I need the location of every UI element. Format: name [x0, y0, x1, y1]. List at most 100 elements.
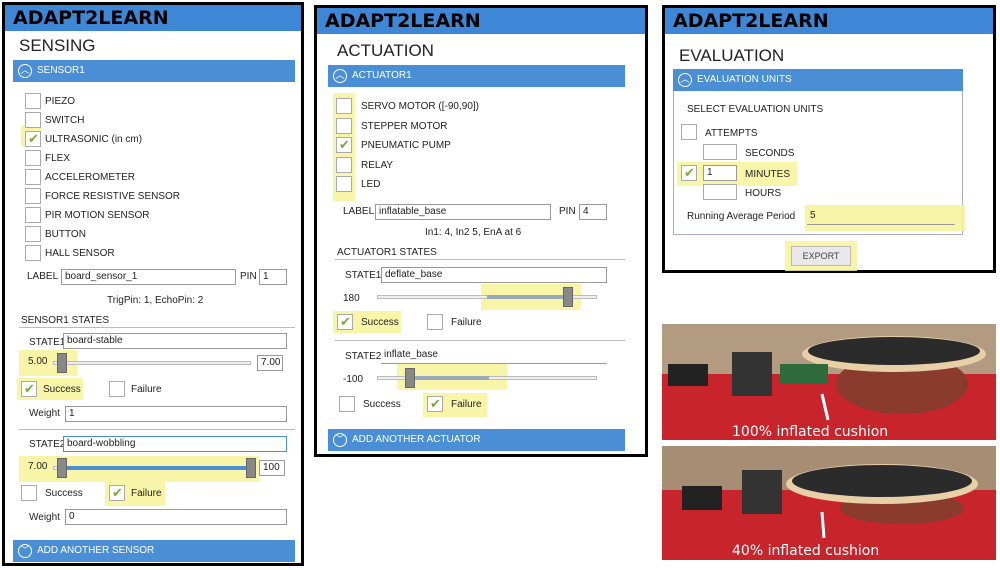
- state1-caption: STATE1: [345, 270, 382, 281]
- failure-checkbox[interactable]: [427, 396, 443, 412]
- failure-checkbox[interactable]: [109, 485, 125, 501]
- divider: [19, 429, 295, 430]
- page-title: ACTUATION: [337, 41, 434, 60]
- add-sensor-button[interactable]: ﹀ ADD ANOTHER SENSOR: [13, 540, 295, 562]
- state1-caption: STATE1: [29, 337, 66, 348]
- seconds-label: SECONDS: [745, 148, 795, 159]
- actuator1-bar[interactable]: ︿ ACTUATOR1: [328, 65, 625, 87]
- chevron-down-icon: ﹀: [18, 544, 32, 558]
- state2-slider-thumb-low[interactable]: [57, 458, 67, 478]
- seconds-checkbox[interactable]: [703, 144, 737, 160]
- success-label: Success: [363, 399, 401, 410]
- page-title: SENSING: [19, 36, 96, 55]
- running-caption: Running Average Period: [687, 211, 796, 222]
- sensor-checkbox[interactable]: [25, 131, 41, 147]
- pin-input[interactable]: 4: [579, 204, 607, 220]
- actuator-checkbox[interactable]: [336, 117, 352, 134]
- actuator-checkbox[interactable]: [336, 176, 352, 192]
- state2-slider-thumb-high[interactable]: [246, 458, 256, 478]
- sensor-label: BUTTON: [45, 229, 86, 240]
- state2-max[interactable]: 100: [259, 460, 285, 476]
- actuator-label: STEPPER MOTOR: [361, 120, 448, 132]
- sensor-checkbox[interactable]: [25, 169, 41, 185]
- state1-slider-thumb[interactable]: [563, 287, 573, 307]
- actuator1-label: ACTUATOR1: [352, 70, 412, 81]
- add-actuator-label: ADD ANOTHER ACTUATOR: [352, 434, 481, 445]
- add-actuator-button[interactable]: ﹀ ADD ANOTHER ACTUATOR: [328, 429, 625, 451]
- caption-top: 100% inflated cushion: [732, 424, 889, 440]
- state2-input[interactable]: inflate_base: [381, 348, 607, 364]
- sensor-checkbox[interactable]: [25, 150, 41, 166]
- failure-checkbox[interactable]: [109, 381, 125, 397]
- hours-label: HOURS: [745, 188, 782, 199]
- weight-caption: Weight: [29, 408, 60, 419]
- actuator-checkbox[interactable]: [336, 98, 352, 114]
- chevron-up-icon: ︿: [678, 73, 692, 87]
- sensor-label: FORCE RESISTIVE SENSOR: [45, 191, 181, 202]
- export-button[interactable]: EXPORT: [791, 246, 851, 266]
- failure-checkbox[interactable]: [427, 314, 443, 330]
- minutes-checkbox[interactable]: [681, 165, 697, 181]
- sensor-checkbox[interactable]: [25, 188, 41, 204]
- sensor-checkbox[interactable]: [25, 245, 41, 261]
- photo-full-inflated: 100% inflated cushion: [662, 324, 996, 440]
- units-label: EVALUATION UNITS: [697, 74, 792, 85]
- chevron-down-icon: ﹀: [333, 433, 347, 447]
- state2-min[interactable]: 7.00: [25, 460, 49, 476]
- weight2-input[interactable]: 0: [65, 509, 287, 525]
- state1-slider[interactable]: [53, 361, 251, 365]
- weight1-input[interactable]: 1: [65, 406, 287, 422]
- sensor-label: ACCELEROMETER: [45, 172, 136, 183]
- sensor-checkbox[interactable]: [25, 112, 41, 128]
- cushion-photo-top: [662, 324, 996, 440]
- actuator-checkbox[interactable]: [336, 137, 352, 153]
- state1-input[interactable]: deflate_base: [381, 267, 607, 283]
- divider: [335, 259, 625, 260]
- actuator-checkbox[interactable]: [336, 156, 352, 173]
- sensor1-bar[interactable]: ︿ SENSOR1: [13, 60, 295, 82]
- minutes-input[interactable]: 1: [703, 165, 737, 181]
- evaluation-panel: ADAPT2LEARN EVALUATION ︿ EVALUATION UNIT…: [662, 5, 996, 273]
- pin-input[interactable]: 1: [259, 269, 287, 285]
- label-caption: LABEL: [343, 206, 375, 217]
- sensor-label: HALL SENSOR: [45, 248, 115, 259]
- units-bar[interactable]: ︿ EVALUATION UNITS: [673, 69, 963, 91]
- success-checkbox[interactable]: [339, 396, 355, 412]
- sensor1-label: SENSOR1: [37, 65, 85, 76]
- attempts-label: ATTEMPTS: [705, 128, 758, 139]
- sensor-checkbox[interactable]: [25, 93, 41, 109]
- actuator-label: LED: [361, 179, 381, 190]
- success-checkbox[interactable]: [21, 485, 37, 501]
- state2-input[interactable]: board-wobbling: [63, 436, 287, 452]
- label-input[interactable]: board_sensor_1: [61, 269, 236, 285]
- state1-value[interactable]: 180: [343, 293, 360, 304]
- attempts-checkbox[interactable]: [681, 124, 697, 140]
- running-input[interactable]: 5: [807, 209, 955, 225]
- state1-slider-thumb[interactable]: [57, 353, 67, 373]
- state2-caption: STATE2: [29, 439, 66, 450]
- hours-checkbox[interactable]: [703, 184, 737, 200]
- app-title: ADAPT2LEARN: [665, 8, 993, 34]
- state2-slider-thumb[interactable]: [405, 368, 415, 388]
- success-checkbox[interactable]: [21, 381, 37, 397]
- failure-label: Failure: [131, 488, 162, 499]
- state1-min[interactable]: 5.00: [25, 355, 49, 371]
- sensor-checkbox[interactable]: [25, 207, 41, 223]
- success-checkbox[interactable]: [337, 314, 353, 330]
- state2-value[interactable]: -100: [343, 374, 363, 385]
- pin-caption: PIN: [559, 206, 576, 217]
- pin-info: TrigPin: 1, EchoPin: 2: [107, 295, 204, 306]
- app-title: ADAPT2LEARN: [5, 5, 301, 31]
- photo-partly-inflated: 40% inflated cushion: [662, 446, 996, 560]
- state1-slider-fill: [487, 295, 567, 299]
- divider: [335, 340, 625, 341]
- label-input[interactable]: inflatable_base: [375, 204, 551, 220]
- sensor-checkbox[interactable]: [25, 226, 41, 242]
- pin-info: In1: 4, In2 5, EnA at 6: [425, 227, 522, 238]
- minutes-label: MINUTES: [745, 169, 790, 180]
- label-caption: LABEL: [27, 271, 59, 282]
- actuator-label: PNEUMATIC PUMP: [361, 140, 451, 151]
- state1-input[interactable]: board-stable: [63, 333, 287, 349]
- sensor-label: PIEZO: [45, 96, 76, 107]
- state1-max[interactable]: 7.00: [257, 355, 283, 371]
